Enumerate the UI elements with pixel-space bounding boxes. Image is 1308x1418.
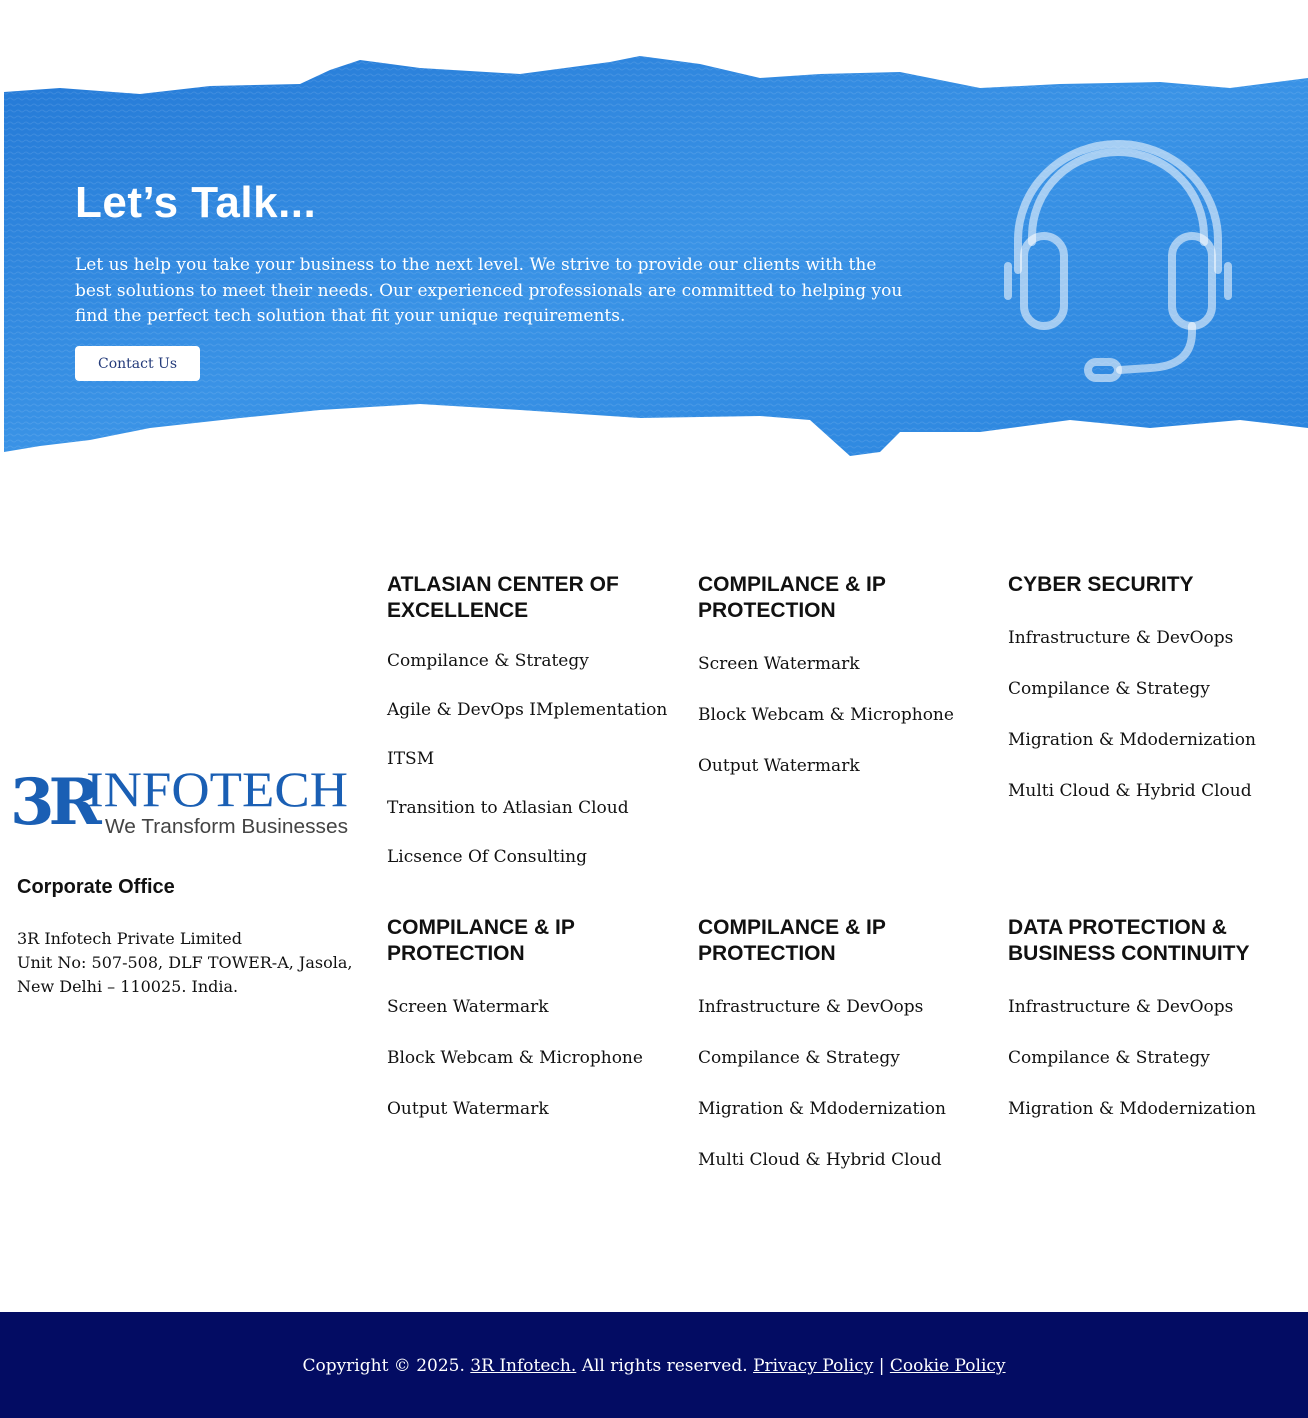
address-line: New Delhi – 110025. India. <box>17 977 239 996</box>
footer-link[interactable]: Screen Watermark <box>698 654 988 705</box>
footer-column-atlasian: ATLASIAN CENTER OF EXCELLENCE Compilance… <box>387 572 677 896</box>
copyright-bar: Copyright © 2025. 3R Infotech. All right… <box>0 1312 1308 1418</box>
footer-link[interactable]: Infrastructure & DevOops <box>698 997 988 1048</box>
column-title: COMPILANCE & IP PROTECTION <box>387 916 575 965</box>
copyright-text: Copyright © 2025. 3R Infotech. All right… <box>0 1356 1308 1376</box>
contact-us-button[interactable]: Contact Us <box>75 346 200 381</box>
office-address: 3R Infotech Private Limited Unit No: 507… <box>17 927 352 999</box>
footer-link[interactable]: Block Webcam & Microphone <box>387 1048 677 1099</box>
footer-link[interactable]: Migration & Mdodernization <box>1008 730 1298 781</box>
footer-link[interactable]: Migration & Mdodernization <box>698 1099 988 1150</box>
logo-tagline: We Transform Businesses <box>105 816 348 838</box>
footer-column-compliance: COMPILANCE & IP PROTECTION Screen Waterm… <box>698 572 988 807</box>
footer-link[interactable]: ITSM <box>387 749 677 798</box>
hero-description: Let us help you take your business to th… <box>75 255 903 326</box>
column-title: COMPILANCE & IP PROTECTION <box>698 573 886 622</box>
address-line: Unit No: 507-508, DLF TOWER-A, Jasola, <box>17 953 353 972</box>
company-link[interactable]: 3R Infotech. <box>470 1356 576 1376</box>
logo-name: INFOTECH <box>86 762 348 817</box>
footer-link[interactable]: Multi Cloud & Hybrid Cloud <box>698 1150 988 1201</box>
rights-text: All rights reserved. <box>581 1356 748 1376</box>
footer-link[interactable]: Multi Cloud & Hybrid Cloud <box>1008 781 1298 832</box>
corporate-office-title: Corporate Office <box>17 876 175 898</box>
footer-column-compliance-2: COMPILANCE & IP PROTECTION Screen Waterm… <box>387 915 677 1150</box>
lets-talk-banner: Let’s Talk... Let us help you take your … <box>0 48 1308 460</box>
footer-column-cyber-security: CYBER SECURITY Infrastructure & DevOops … <box>1008 572 1298 832</box>
link-separator: | <box>878 1356 885 1376</box>
privacy-policy-link[interactable]: Privacy Policy <box>753 1356 873 1376</box>
column-title: CYBER SECURITY <box>1008 573 1194 596</box>
footer-link[interactable]: Agile & DevOps IMplementation <box>387 700 677 749</box>
footer-link[interactable]: Compilance & Strategy <box>387 651 677 700</box>
copyright-prefix: Copyright © 2025. <box>302 1356 465 1376</box>
footer-link[interactable]: Compilance & Strategy <box>1008 1048 1298 1099</box>
footer-link[interactable]: Screen Watermark <box>387 997 677 1048</box>
footer-link[interactable]: Infrastructure & DevOops <box>1008 997 1298 1048</box>
footer-link[interactable]: Licsence Of Consulting <box>387 847 677 896</box>
company-logo[interactable]: 3R INFOTECH We Transform Businesses <box>8 762 353 838</box>
footer-link[interactable]: Block Webcam & Microphone <box>698 705 988 756</box>
footer-column-data-protection: DATA PROTECTION & BUSINESS CONTINUITY In… <box>1008 915 1298 1150</box>
headset-icon <box>1004 140 1232 382</box>
address-line: 3R Infotech Private Limited <box>17 929 243 948</box>
hero-title: Let’s Talk... <box>75 178 317 227</box>
footer-link[interactable]: Migration & Mdodernization <box>1008 1099 1298 1150</box>
footer-link[interactable]: Output Watermark <box>698 756 988 807</box>
footer-column-compliance-3: COMPILANCE & IP PROTECTION Infrastructur… <box>698 915 988 1201</box>
footer-link[interactable]: Output Watermark <box>387 1099 677 1150</box>
cookie-policy-link[interactable]: Cookie Policy <box>890 1356 1006 1376</box>
footer-link[interactable]: Infrastructure & DevOops <box>1008 628 1298 679</box>
footer-link[interactable]: Compilance & Strategy <box>698 1048 988 1099</box>
footer-link[interactable]: Compilance & Strategy <box>1008 679 1298 730</box>
footer-link[interactable]: Transition to Atlasian Cloud <box>387 798 677 847</box>
column-title: DATA PROTECTION & BUSINESS CONTINUITY <box>1008 916 1250 965</box>
column-title: COMPILANCE & IP PROTECTION <box>698 916 886 965</box>
column-title: ATLASIAN CENTER OF EXCELLENCE <box>387 573 619 622</box>
